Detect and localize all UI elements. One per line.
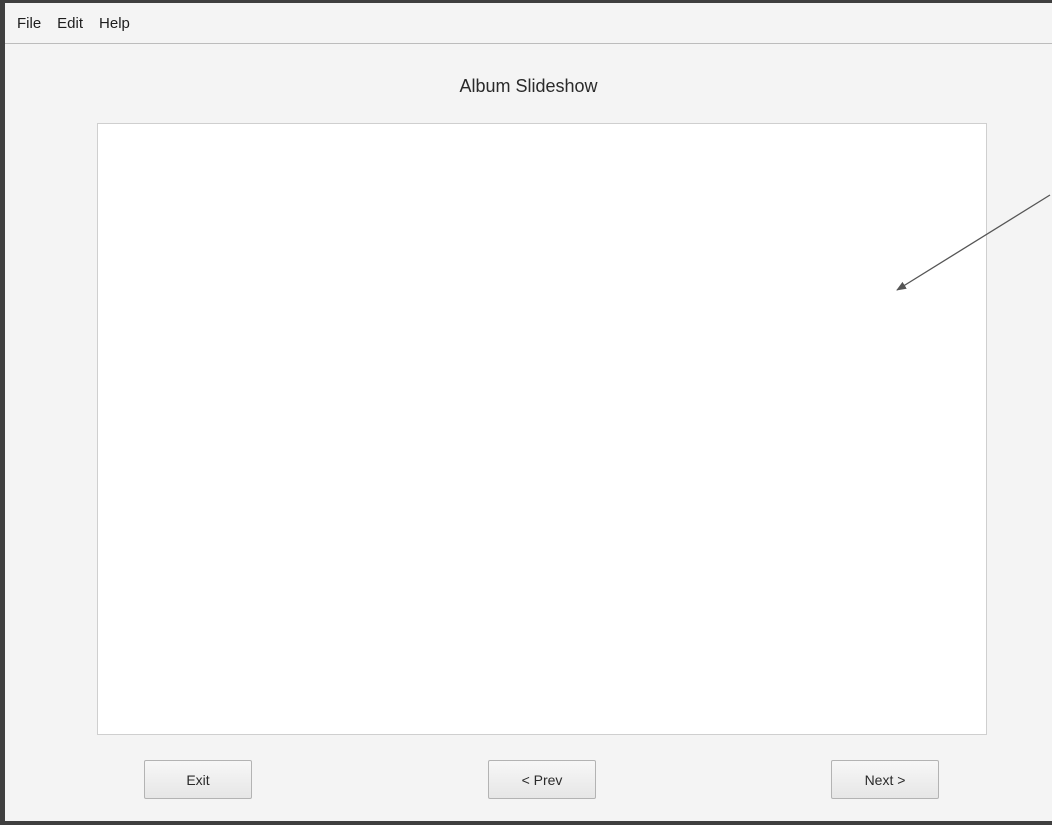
app-window: File Edit Help Album Slideshow Exit < Pr… [0,0,1052,825]
menu-file[interactable]: File [9,15,49,32]
menu-help[interactable]: Help [91,15,138,32]
menu-edit[interactable]: Edit [49,15,91,32]
next-button[interactable]: Next > [831,760,939,799]
slideshow-image-area [97,123,987,735]
page-title: Album Slideshow [459,76,598,96]
prev-button[interactable]: < Prev [488,760,596,799]
menu-bar: File Edit Help [5,3,1052,44]
exit-button[interactable]: Exit [144,760,252,799]
